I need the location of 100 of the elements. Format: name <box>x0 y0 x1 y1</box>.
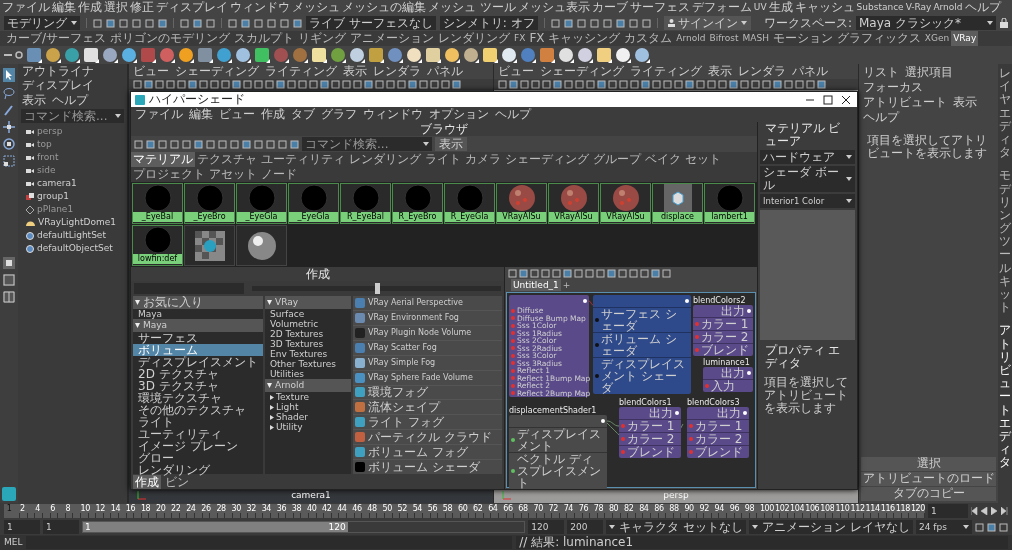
menu-item[interactable]: シェーディング <box>540 65 624 78</box>
menu-item[interactable]: 表示 <box>343 65 367 78</box>
category-item[interactable]: Utilities <box>265 369 351 379</box>
menu-item[interactable]: ヘルプ <box>52 94 88 107</box>
time-slider[interactable]: 1 2 4 6 8 10 12 14 16 18 20 22 24 26 28 30 32 34 36 38 40 42 44 46 48 50 52 54 56 58 60 62 64 66 68 70 72 74 76 78 80 82 84 86 88 90 92 94 96 98 100 102 104 106 108 110112114116118 120 <box>4 504 925 518</box>
menu-item[interactable]: フォーカス <box>863 81 923 94</box>
graph-node[interactable]: 出力 カラー 1 カラー 2 ブレンド <box>693 305 753 356</box>
browser-tab[interactable]: ライト <box>423 152 463 167</box>
shelf-tab[interactable]: リギング <box>296 31 349 46</box>
search-field[interactable]: コマンド検索... <box>302 137 432 151</box>
shelf-tool-icon[interactable] <box>235 47 251 63</box>
layout-icon[interactable] <box>3 291 15 303</box>
category-item[interactable]: 3D テクスチャ <box>133 380 263 392</box>
material-swatch-label[interactable]: R_EyeBal <box>341 212 390 222</box>
menu-item[interactable]: UV <box>753 1 767 14</box>
browser-tab[interactable]: プロジェクト <box>131 167 207 182</box>
playback-icon[interactable] <box>971 507 978 515</box>
shelf-tool-icon[interactable] <box>254 47 270 63</box>
category-item[interactable]: Shader <box>265 412 351 422</box>
outliner-item[interactable]: front <box>37 151 59 164</box>
graph-node[interactable]: サーフェス シェーダ ボリューム シェーダ ディスプレイスメント シェーダ <box>593 295 691 394</box>
menu-item[interactable]: メッシュ表示 <box>517 1 590 14</box>
maximize-icon[interactable] <box>821 94 835 105</box>
graph-node[interactable]: ディスプレイスメント ベクトル ディスプレイスメント <box>509 415 607 489</box>
outliner-item[interactable]: group1 <box>37 190 69 203</box>
menu-item[interactable]: V-Ray <box>905 1 932 14</box>
panel-button[interactable]: 選択 <box>861 457 996 471</box>
shelf-tool-icon[interactable] <box>425 47 441 63</box>
shelf-tab[interactable]: カーブ/サーフェス <box>4 31 109 46</box>
menu-item[interactable]: メッシュ ツール <box>428 1 516 14</box>
outliner-item[interactable]: persp <box>37 125 63 138</box>
brush-icon[interactable] <box>3 104 15 116</box>
category-item[interactable]: ボリューム <box>133 344 263 356</box>
menu-item[interactable]: ファイル <box>2 1 50 14</box>
category-item[interactable]: ユーティリティ <box>133 428 263 440</box>
sign-in-button[interactable]: サインイン <box>663 16 751 30</box>
menu-item[interactable]: 表示 <box>953 96 977 109</box>
menu-item[interactable]: 生成 <box>768 1 793 14</box>
menu-item[interactable]: Arnold <box>933 1 963 14</box>
shelf-tool-icon[interactable] <box>26 47 42 63</box>
menu-item[interactable]: ヘルプ <box>495 108 531 121</box>
graph-tab[interactable]: Untitled_1 <box>511 279 561 291</box>
category-item[interactable]: Texture <box>265 392 351 402</box>
browser-tab[interactable]: カメラ <box>463 152 503 167</box>
browser-tab[interactable]: シェーディング グループ <box>503 152 643 167</box>
shelf-tool-icon[interactable] <box>102 47 118 63</box>
node-type-item[interactable]: ボリューム シェーダ <box>353 460 502 475</box>
material-swatch-label[interactable]: _EyeBal <box>133 212 182 222</box>
close-icon[interactable] <box>839 94 853 105</box>
rotate-icon[interactable] <box>3 138 15 150</box>
category-item[interactable]: Env Textures <box>265 349 351 359</box>
expand-arrow-icon[interactable] <box>135 300 140 305</box>
menu-item[interactable]: 編集 <box>189 108 213 121</box>
graph-node[interactable]: 出力 カラー 1 カラー 2 ブレンド <box>619 407 681 458</box>
panel-button[interactable]: タブのコピー <box>861 487 996 501</box>
menu-item[interactable]: メッシュ <box>292 1 340 14</box>
menu-item[interactable]: パネル <box>792 65 828 78</box>
menu-item[interactable]: デフォーム <box>691 1 752 14</box>
lock-icon[interactable] <box>1000 18 1008 28</box>
show-button[interactable]: 表示 <box>435 137 467 151</box>
material-swatch-label[interactable]: VRayAlSu <box>549 212 598 222</box>
layout-icon[interactable] <box>3 257 15 269</box>
shelf-tool-icon[interactable] <box>178 47 194 63</box>
menu-item[interactable]: パネル <box>427 65 463 78</box>
menu-item[interactable]: ビュー <box>498 65 534 78</box>
shelf-tool-icon[interactable] <box>444 47 460 63</box>
menu-item[interactable]: ディスプレイ <box>156 1 228 14</box>
shelf-tool-icon[interactable] <box>368 47 384 63</box>
category-item[interactable]: 2D Textures <box>265 329 351 339</box>
node-type-item[interactable]: VRay Aerial Perspective <box>353 296 502 310</box>
shelf-tab[interactable]: カスタム <box>622 31 675 46</box>
browser-tab[interactable]: レンダリング <box>347 152 423 167</box>
shelf-tab[interactable]: FX <box>512 31 528 46</box>
menu-item[interactable]: グラフ <box>321 108 357 121</box>
category-item[interactable]: ディスプレイスメント <box>133 356 263 368</box>
node-type-item[interactable]: VRay Simple Fog <box>353 355 502 370</box>
shelf-tool-icon[interactable] <box>482 47 498 63</box>
app-logo-icon[interactable] <box>135 94 145 105</box>
menu-item[interactable]: ヘルプ <box>964 1 1001 14</box>
range-bar[interactable]: 1 120 <box>83 522 348 532</box>
shelf-tab[interactable]: レンダリング <box>436 31 513 46</box>
shelf-tool-icon[interactable] <box>634 47 650 63</box>
material-dropdown[interactable]: Interior1 Color <box>760 194 855 208</box>
shelf-tool-icon[interactable] <box>349 47 365 63</box>
node-type-item[interactable]: ライト フォグ <box>353 415 502 430</box>
category-item[interactable]: グロー <box>133 452 263 464</box>
menu-item[interactable]: 表示 <box>708 65 732 78</box>
shelf-tool-icon[interactable] <box>463 47 479 63</box>
panel-button[interactable]: アトリビュートのロード <box>861 472 996 486</box>
select-arrow-icon[interactable] <box>3 68 15 82</box>
menu-item[interactable]: 作成 <box>261 108 285 121</box>
outliner-item[interactable]: side <box>37 164 56 177</box>
category-item[interactable]: ライト <box>133 416 263 428</box>
geometry-dropdown[interactable]: シェーダ ボール <box>760 166 855 192</box>
material-swatch-label[interactable]: displace <box>653 212 702 222</box>
symmetry-dropdown[interactable]: シンメトリ: オフ <box>439 16 538 30</box>
browser-tab[interactable]: ユーティリティ <box>259 152 347 167</box>
menu-item[interactable]: ファイル <box>135 108 183 121</box>
panel-tab[interactable]: ビン <box>163 475 191 489</box>
side-tab[interactable]: モデリングツールキット <box>999 169 1011 315</box>
